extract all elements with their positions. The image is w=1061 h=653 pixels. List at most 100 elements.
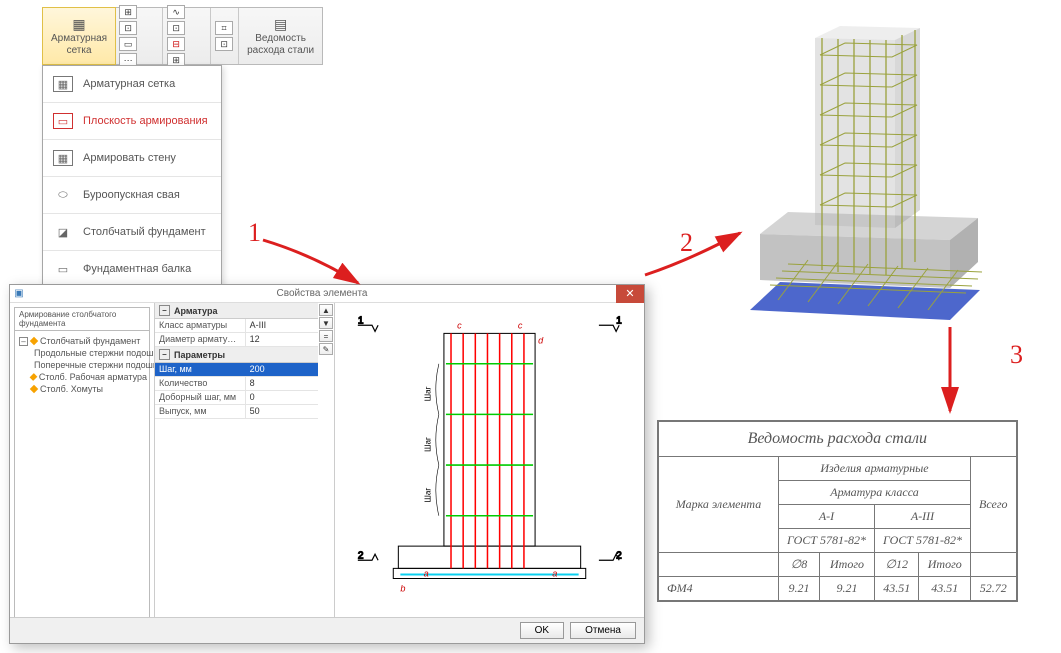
svg-text:a: a (552, 568, 557, 578)
pile-icon: ⬭ (53, 187, 73, 203)
mini-icon[interactable]: ▭ (119, 37, 137, 51)
ok-button[interactable]: OK (520, 622, 564, 639)
ribbon-mini-icons-3: ⌗ ⊡ (211, 8, 239, 64)
mini-icon[interactable]: ⊞ (119, 5, 137, 19)
ribbon-mini-icons-2: ∿ ⊡ ⊟ ⊞ (163, 8, 211, 64)
steel-gost1: ГОСТ 5781-82* (779, 529, 875, 553)
prop-row[interactable]: Диаметр арматуры, мм12 (155, 333, 318, 347)
steel-schedule: Ведомость расхода стали Марка элемента И… (657, 420, 1018, 602)
steel-v1: 9.21 (779, 577, 820, 601)
annotation-3: 3 (1010, 340, 1023, 370)
svg-text:Шаг: Шаг (424, 437, 433, 452)
mini-icon[interactable]: ⊟ (167, 37, 185, 51)
prop-value[interactable]: 200 (245, 363, 318, 376)
tree-pane: Армирование столбчатого фундамента – Сто… (10, 303, 155, 617)
svg-text:a: a (424, 568, 429, 578)
arrow-1 (258, 235, 368, 295)
prop-key: Количество (155, 377, 245, 390)
prop-row[interactable]: Класс арматурыA-III (155, 319, 318, 333)
mini-icon[interactable]: ⊡ (167, 21, 185, 35)
node-icon (29, 363, 33, 367)
ribbon-mesh-button[interactable]: ▦ Арматурная сетка (42, 7, 116, 65)
steel-total-header: Всего (971, 457, 1017, 553)
dd-item-column-foundation[interactable]: ◪ Столбчатый фундамент (43, 214, 221, 251)
property-pane: Арматура Класс арматурыA-III Диаметр арм… (155, 303, 335, 617)
mini-icon[interactable]: ∿ (167, 5, 185, 19)
preview-pane: 1 1 2 2 (335, 303, 644, 617)
close-button[interactable]: ✕ (616, 285, 644, 303)
dd-label: Армировать стену (83, 152, 176, 164)
prop-value[interactable]: 12 (245, 333, 318, 346)
steel-v4: 43.51 (919, 577, 971, 601)
prop-value[interactable]: 8 (245, 377, 318, 390)
dd-label: Арматурная сетка (83, 78, 175, 90)
tree-child-label: Продольные стержни подошвы (34, 348, 155, 358)
prop-side-button[interactable]: = (319, 330, 333, 342)
tree-child[interactable]: Продольные стержни подошвы (17, 347, 147, 359)
ribbon-schedule-label: Ведомость расхода стали (247, 33, 314, 57)
steel-v2: 9.21 (819, 577, 874, 601)
tree-tab[interactable]: Армирование столбчатого фундамента (14, 307, 150, 330)
prop-key: Класс арматуры (155, 319, 245, 332)
property-grid: Арматура Класс арматурыA-III Диаметр арм… (155, 303, 318, 419)
node-icon (30, 337, 38, 345)
tree: – Столбчатый фундамент Продольные стержн… (14, 330, 150, 617)
dialog-footer: OK Отмена (10, 617, 644, 643)
dd-item-wall[interactable]: ▦ Армировать стену (43, 140, 221, 177)
plane-icon: ▭ (53, 113, 73, 129)
mini-icon[interactable]: ⌗ (215, 21, 233, 35)
tree-child[interactable]: Столб. Рабочая арматура (17, 371, 147, 383)
dd-label: Столбчатый фундамент (83, 226, 206, 238)
node-icon (30, 373, 38, 381)
cancel-button[interactable]: Отмена (570, 622, 636, 639)
prop-value[interactable]: 50 (245, 405, 318, 418)
svg-text:Шаг: Шаг (424, 386, 433, 401)
tree-child[interactable]: Столб. Хомуты (17, 383, 147, 395)
svg-text:d: d (538, 336, 544, 346)
steel-d3-itogo: Итого (919, 553, 971, 577)
ribbon-mini-icons-1: ⊞ ⊡ ▭ ⋯ (115, 8, 163, 64)
svg-text:1: 1 (358, 315, 364, 326)
steel-class-header: Арматура класса (779, 481, 971, 505)
dd-label: Буроопускная свая (83, 189, 180, 201)
steel-v5: 52.72 (971, 577, 1017, 601)
prop-side-button[interactable]: ✎ (319, 343, 333, 355)
dd-item-pile[interactable]: ⬭ Буроопускная свая (43, 177, 221, 214)
prop-group-header[interactable]: Параметры (155, 347, 318, 363)
dd-item-plane[interactable]: ▭ Плоскость армирования (43, 103, 221, 140)
svg-text:Шаг: Шаг (424, 488, 433, 503)
svg-text:1: 1 (616, 315, 622, 326)
prop-value[interactable]: 0 (245, 391, 318, 404)
preview-drawing: 1 1 2 2 (335, 303, 644, 617)
mesh-dropdown: ▦ Арматурная сетка ▭ Плоскость армирован… (42, 65, 222, 288)
steel-d1-itogo: Итого (819, 553, 874, 577)
prop-key: Шаг, мм (155, 363, 245, 376)
prop-row[interactable]: Доборный шаг, мм0 (155, 391, 318, 405)
steel-row-mark: ФМ4 (659, 577, 779, 601)
prop-row[interactable]: Шаг, мм200 (155, 363, 318, 377)
steel-title: Ведомость расхода стали (659, 422, 1017, 457)
collapse-icon[interactable]: – (19, 337, 28, 346)
prop-row[interactable]: Выпуск, мм50 (155, 405, 318, 419)
column-foundation-icon: ◪ (53, 224, 73, 240)
tree-child[interactable]: Поперечные стержни подошвы (17, 359, 147, 371)
beam-icon: ▭ (53, 261, 73, 277)
prop-value[interactable]: A-III (245, 319, 318, 332)
svg-text:c: c (518, 320, 523, 330)
tree-root[interactable]: – Столбчатый фундамент (17, 335, 147, 347)
mini-icon[interactable]: ⊡ (215, 37, 233, 51)
prop-side-button[interactable]: ▼ (319, 317, 333, 329)
prop-side-buttons: ▲ ▼ = ✎ (318, 303, 334, 419)
steel-d3: ∅12 (875, 553, 919, 577)
mini-icon[interactable]: ⊡ (119, 21, 137, 35)
prop-side-button[interactable]: ▲ (319, 304, 333, 316)
prop-group-header[interactable]: Арматура (155, 303, 318, 319)
schedule-icon: ▤ (270, 15, 292, 33)
svg-text:b: b (400, 584, 405, 594)
prop-row[interactable]: Количество8 (155, 377, 318, 391)
ribbon-schedule-button[interactable]: ▤ Ведомость расхода стали (239, 8, 322, 64)
dd-item-mesh[interactable]: ▦ Арматурная сетка (43, 66, 221, 103)
prop-key: Доборный шаг, мм (155, 391, 245, 404)
steel-products-header: Изделия арматурные (779, 457, 971, 481)
dd-item-beam[interactable]: ▭ Фундаментная балка (43, 251, 221, 287)
